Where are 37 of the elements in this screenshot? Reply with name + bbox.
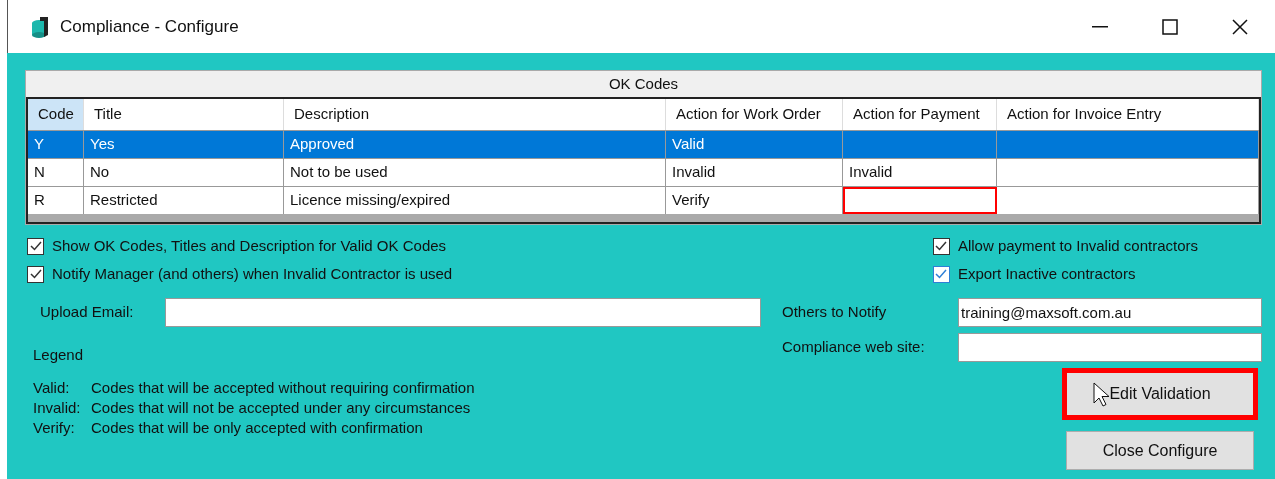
table-cell: Restricted — [84, 187, 284, 214]
grid-row[interactable]: R Restricted Licence missing/expired Verify — [28, 186, 1259, 214]
legend-text: Codes that will be accepted without requiring confirmation — [91, 378, 475, 399]
legend-text: Codes that will be only accepted with confirmation — [91, 418, 423, 439]
table-cell: Verify — [666, 187, 843, 214]
legend-term: Verify: — [33, 418, 76, 439]
upload-email-field[interactable] — [165, 298, 761, 327]
close-icon — [1232, 18, 1248, 35]
legend-title: Legend — [32, 345, 85, 365]
field-label: Compliance web site: — [782, 337, 926, 358]
table-cell: R — [28, 187, 84, 214]
checkbox[interactable] — [27, 265, 44, 283]
checkbox-label: Export Inactive contractors — [957, 263, 1136, 284]
checkbox-label: Notify Manager (and others) when Invalid Contractor is used — [52, 263, 453, 284]
field-label: Upload Email: — [39, 302, 135, 323]
field-label: Others to Notify — [782, 302, 888, 323]
checkbox[interactable] — [27, 237, 44, 255]
compliance-web-site-field[interactable] — [958, 333, 1262, 362]
button[interactable]: Edit Validation — [1062, 368, 1258, 420]
column-header[interactable]: Code — [28, 99, 84, 130]
checkbox[interactable] — [932, 237, 950, 255]
window-title: Compliance - Configure — [60, 15, 239, 38]
legend-term: Valid: — [33, 378, 71, 399]
grid-row[interactable]: Y Yes Approved Valid — [28, 130, 1259, 158]
mouse-cursor-icon — [1093, 382, 1109, 407]
button[interactable]: Close Configure — [1066, 431, 1254, 470]
legend-term: Invalid: — [33, 398, 82, 419]
table-cell: Licence missing/expired — [284, 187, 666, 214]
others-to-notify-field[interactable]: training@maxsoft.com.au — [958, 298, 1262, 327]
maximize-icon — [1162, 18, 1178, 35]
grid-row[interactable]: N No Not to be used Invalid Invalid — [28, 158, 1259, 186]
checkbox-label: Show OK Codes, Titles and Description for Valid OK Codes — [52, 235, 447, 256]
legend-text: Codes that will not be accepted under any circumstances — [91, 398, 471, 419]
minimize-icon — [1092, 25, 1108, 28]
checkbox[interactable] — [932, 265, 950, 283]
grid-title: OK Codes — [607, 73, 680, 94]
checkbox-label: Allow payment to Invalid contractors — [957, 235, 1198, 256]
